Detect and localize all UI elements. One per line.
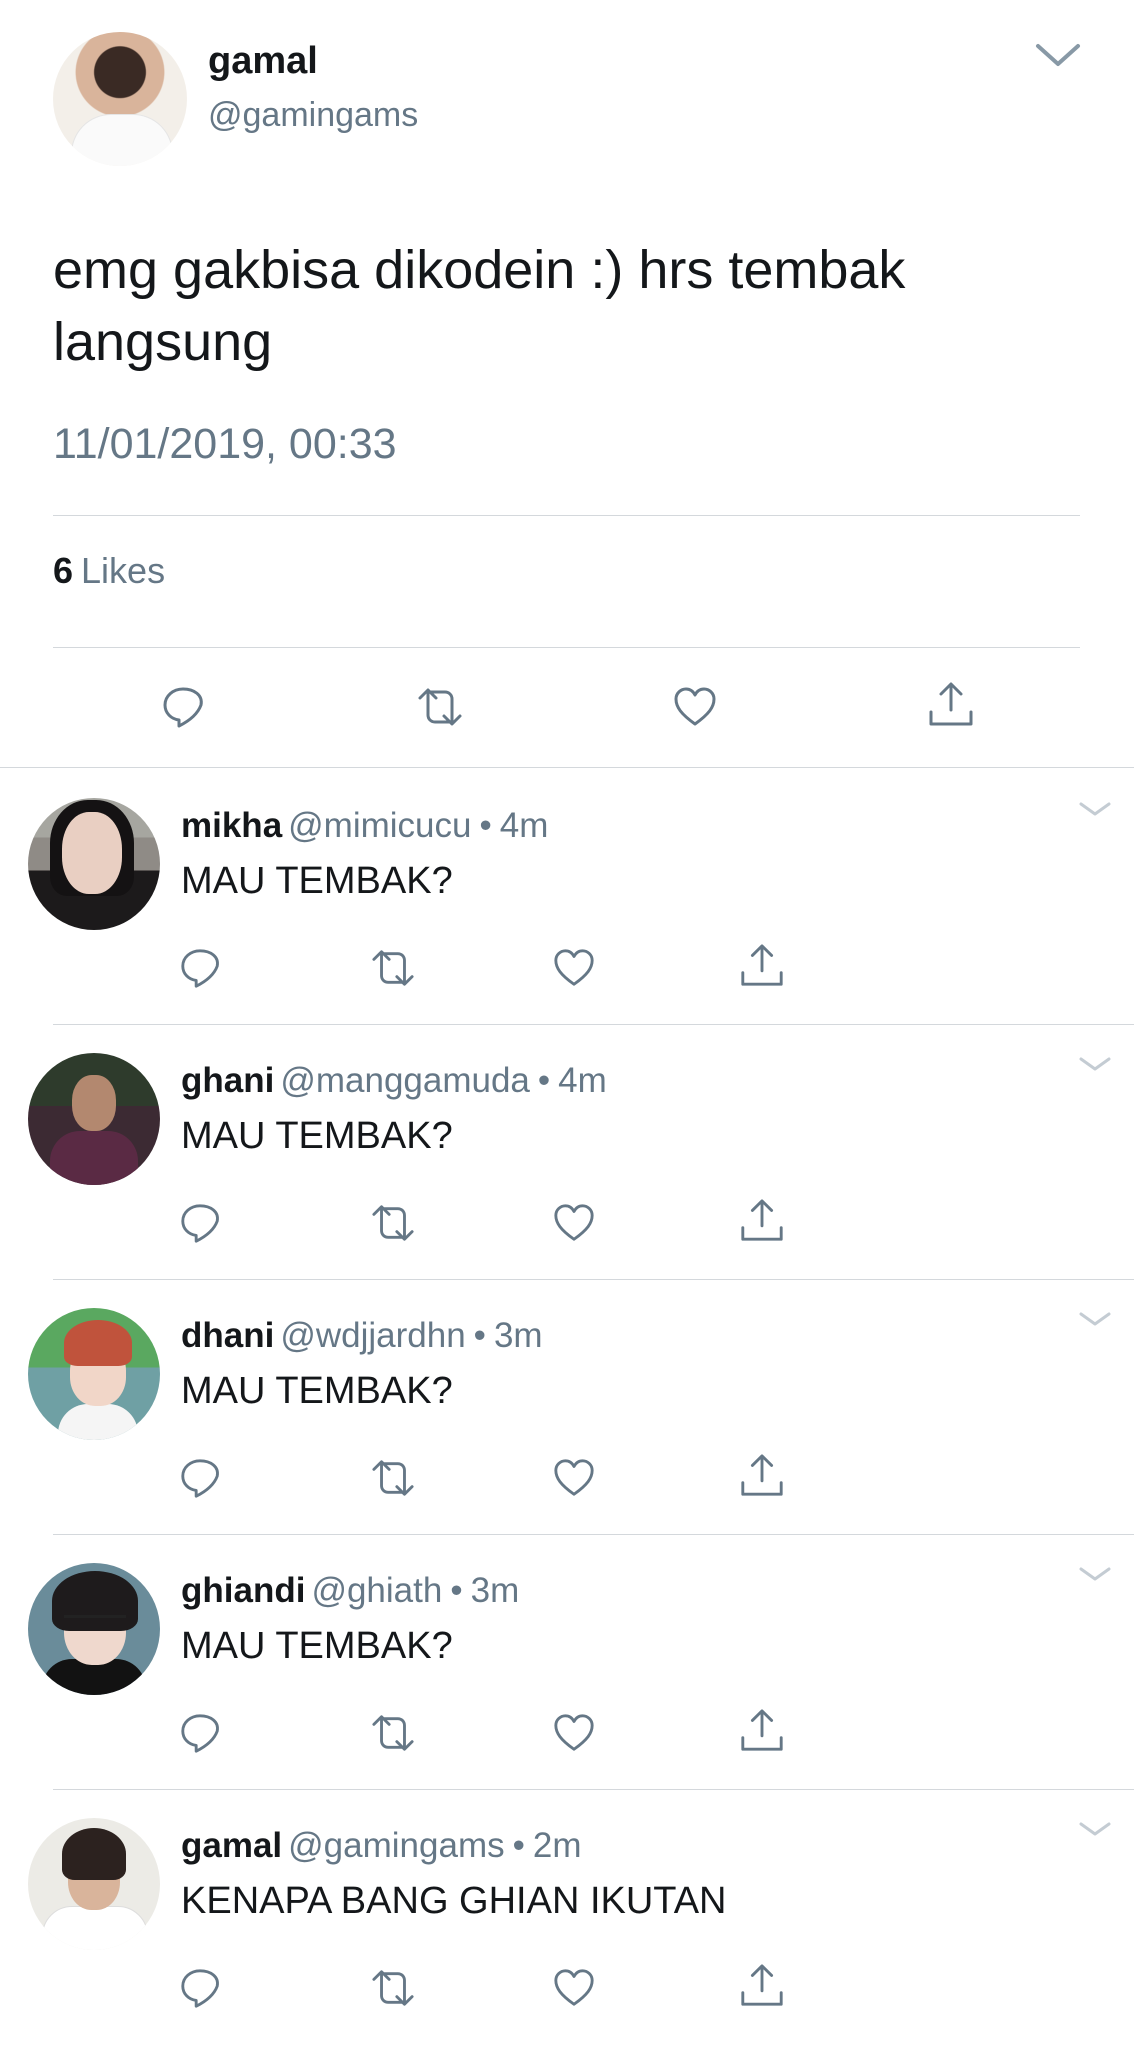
like-icon[interactable] xyxy=(552,1201,596,1245)
reply-time: 4m xyxy=(558,1061,607,1100)
reply-text: MAU TEMBAK? xyxy=(181,1370,453,1412)
likes-label: Likes xyxy=(81,550,166,591)
reply-time: 4m xyxy=(499,806,549,845)
tweet-timestamp: 11/01/2019, 00:33 xyxy=(53,420,397,468)
share-icon[interactable] xyxy=(738,1197,786,1245)
retweet-icon[interactable] xyxy=(366,1711,420,1755)
reply-header: mikha @mimicucu • 4m xyxy=(181,806,548,846)
reply-author-handle[interactable]: @mimicucu xyxy=(288,806,471,845)
share-icon[interactable] xyxy=(738,1707,786,1755)
main-tweet: gamal @gamingams emg gakbisa dikodein :)… xyxy=(0,0,1134,770)
share-icon[interactable] xyxy=(738,1962,786,2010)
list-item[interactable]: mikha @mimicucu • 4m MAU TEMBAK? xyxy=(0,770,1134,1025)
reply-author-name[interactable]: gamal xyxy=(181,1826,282,1865)
reply-icon[interactable] xyxy=(160,684,206,730)
retweet-icon[interactable] xyxy=(412,684,468,730)
reply-text: KENAPA BANG GHIAN IKUTAN xyxy=(181,1880,727,1922)
retweet-icon[interactable] xyxy=(366,1456,420,1500)
author-name[interactable]: gamal xyxy=(208,40,318,83)
reply-author-handle[interactable]: @manggamuda xyxy=(280,1061,530,1100)
divider xyxy=(53,515,1080,516)
like-icon[interactable] xyxy=(552,1456,596,1500)
retweet-icon[interactable] xyxy=(366,1201,420,1245)
reply-time: 3m xyxy=(470,1571,520,1610)
reply-icon[interactable] xyxy=(178,1966,222,2010)
reply-header: ghani @manggamuda • 4m xyxy=(181,1061,607,1101)
reply-actions xyxy=(0,1452,1134,1504)
retweet-icon[interactable] xyxy=(366,1966,420,2010)
reply-actions xyxy=(0,1962,1134,2014)
chevron-down-icon[interactable] xyxy=(1034,36,1082,72)
avatar[interactable] xyxy=(53,32,187,166)
separator: • xyxy=(473,1316,486,1355)
reply-actions xyxy=(0,1707,1134,1759)
avatar[interactable] xyxy=(28,1563,160,1695)
chevron-down-icon[interactable] xyxy=(1078,1053,1112,1075)
avatar[interactable] xyxy=(28,1308,160,1440)
share-icon[interactable] xyxy=(926,680,976,730)
list-item[interactable]: gamal @gamingams • 2m KENAPA BANG GHIAN IKU… xyxy=(0,1790,1134,2045)
likes-number: 6 xyxy=(53,550,74,591)
avatar[interactable] xyxy=(28,1818,160,1950)
reply-actions xyxy=(0,942,1134,994)
reply-text: MAU TEMBAK? xyxy=(181,1625,453,1667)
reply-author-name[interactable]: dhani xyxy=(181,1316,274,1355)
separator: • xyxy=(479,806,492,845)
reply-header: ghiandi @ghiath • 3m xyxy=(181,1571,519,1611)
separator: • xyxy=(512,1826,525,1865)
reply-actions xyxy=(0,1197,1134,1249)
reply-text: MAU TEMBAK? xyxy=(181,860,453,902)
tweet-actions xyxy=(0,676,1134,740)
like-icon[interactable] xyxy=(672,684,718,730)
divider xyxy=(0,767,1134,768)
author-handle[interactable]: @gamingams xyxy=(208,96,418,135)
reply-author-name[interactable]: ghiandi xyxy=(181,1571,305,1610)
separator: • xyxy=(537,1061,551,1100)
reply-author-handle[interactable]: @ghiath xyxy=(311,1571,442,1610)
retweet-icon[interactable] xyxy=(366,946,420,990)
reply-time: 3m xyxy=(493,1316,543,1355)
chevron-down-icon[interactable] xyxy=(1078,798,1112,820)
reply-icon[interactable] xyxy=(178,946,222,990)
likes-count[interactable]: 6 Likes xyxy=(53,550,165,592)
reply-author-name[interactable]: mikha xyxy=(181,806,282,845)
divider xyxy=(53,647,1080,648)
chevron-down-icon[interactable] xyxy=(1078,1818,1112,1840)
reply-icon[interactable] xyxy=(178,1711,222,1755)
reply-time: 2m xyxy=(532,1826,582,1865)
tweet-text: emg gakbisa dikodein :) hrs tembak langs… xyxy=(53,240,906,372)
reply-header: gamal @gamingams • 2m xyxy=(181,1826,582,1866)
avatar[interactable] xyxy=(28,798,160,930)
like-icon[interactable] xyxy=(552,946,596,990)
reply-text: MAU TEMBAK? xyxy=(181,1115,453,1157)
reply-icon[interactable] xyxy=(178,1456,222,1500)
avatar[interactable] xyxy=(28,1053,160,1185)
share-icon[interactable] xyxy=(738,942,786,990)
chevron-down-icon[interactable] xyxy=(1078,1308,1112,1330)
reply-icon[interactable] xyxy=(178,1201,222,1245)
reply-author-name[interactable]: ghani xyxy=(181,1061,274,1100)
like-icon[interactable] xyxy=(552,1966,596,2010)
reply-author-handle[interactable]: @wdjjardhn xyxy=(280,1316,465,1355)
reply-author-handle[interactable]: @gamingams xyxy=(288,1826,504,1865)
list-item[interactable]: dhani @wdjjardhn • 3m MAU TEMBAK? xyxy=(0,1280,1134,1535)
share-icon[interactable] xyxy=(738,1452,786,1500)
separator: • xyxy=(450,1571,463,1610)
like-icon[interactable] xyxy=(552,1711,596,1755)
list-item[interactable]: ghani @manggamuda • 4m MAU TEMBAK? xyxy=(0,1025,1134,1280)
reply-header: dhani @wdjjardhn • 3m xyxy=(181,1316,543,1356)
chevron-down-icon[interactable] xyxy=(1078,1563,1112,1585)
list-item[interactable]: ghiandi @ghiath • 3m MAU TEMBAK? xyxy=(0,1535,1134,1790)
